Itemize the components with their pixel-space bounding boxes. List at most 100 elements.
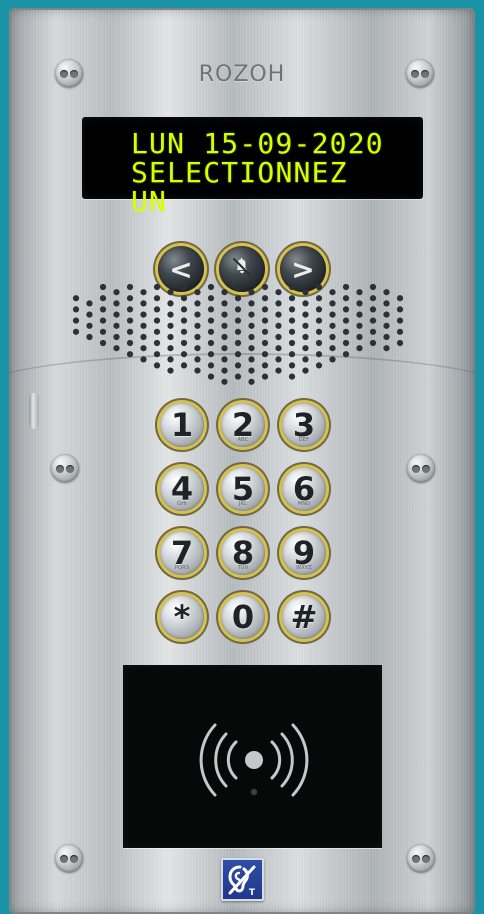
grille-hole <box>221 333 228 341</box>
keypad-key-7[interactable]: 7 PQRS <box>160 531 204 575</box>
keypad-key-9[interactable]: 9 WXYZ <box>282 531 326 575</box>
grille-hole <box>288 283 296 291</box>
grille-hole <box>113 289 120 296</box>
hearing-assist-icon: T <box>228 865 256 898</box>
grille-hole <box>153 339 161 347</box>
grille-hole <box>126 283 134 291</box>
keypad-key-letters: GHI <box>177 501 187 507</box>
grille-hole <box>167 367 174 374</box>
keypad-key-0[interactable]: 0 <box>221 595 265 639</box>
grille-hole <box>288 306 296 313</box>
grille-hole <box>140 356 147 363</box>
grille-hole <box>261 339 269 347</box>
keypad-key-5[interactable]: 5 JKL <box>221 467 265 511</box>
grille-hole <box>140 345 147 352</box>
grille-hole <box>180 295 188 302</box>
grille-hole <box>275 322 282 329</box>
keypad-key-1[interactable]: 1 <box>160 403 204 447</box>
mid-right-screw <box>407 454 435 482</box>
keypad-key-3[interactable]: 3 DEF <box>282 403 326 447</box>
left-slot <box>29 393 39 429</box>
grille-hole <box>248 333 255 341</box>
grille-hole <box>234 295 242 302</box>
grille-hole <box>315 328 323 335</box>
grille-hole <box>194 289 201 296</box>
grille-hole <box>99 328 107 335</box>
grille-hole <box>221 300 228 307</box>
grille-hole <box>302 356 309 363</box>
grille-hole <box>369 339 377 347</box>
grille-hole <box>261 306 269 313</box>
grille-hole <box>221 378 228 385</box>
grille-hole <box>194 311 201 318</box>
grille-hole <box>180 339 188 347</box>
keypad-key-value: # <box>290 597 318 636</box>
grille-hole <box>234 362 242 369</box>
grille-hole <box>261 351 269 358</box>
grille-hole <box>180 362 188 369</box>
grille-hole <box>113 333 120 341</box>
grille-hole <box>342 283 350 291</box>
grille-hole <box>72 317 80 324</box>
grille-hole <box>261 283 269 291</box>
grille-hole <box>167 311 174 318</box>
grille-hole <box>248 345 255 352</box>
keypad-key-value: 2 <box>231 405 255 444</box>
grille-hole <box>288 339 296 347</box>
grille-hole <box>383 300 390 307</box>
keypad-key-letters: MNO <box>297 501 311 507</box>
grille-hole <box>356 333 363 341</box>
hearing-assist-badge-text: T <box>249 888 256 898</box>
grille-hole <box>288 362 296 369</box>
keypad-key-8[interactable]: 8 TUV <box>221 531 265 575</box>
speaker-grille <box>72 283 404 385</box>
grille-hole <box>180 283 188 291</box>
grille-hole <box>356 289 363 296</box>
keypad-key-value: 0 <box>231 597 255 636</box>
grille-hole <box>396 295 404 302</box>
keypad-key-value: 3 <box>292 405 316 444</box>
grille-hole <box>275 333 282 341</box>
grille-hole <box>180 351 188 358</box>
grille-hole <box>86 322 93 329</box>
grille-hole <box>207 351 215 358</box>
grille-hole <box>329 345 336 352</box>
grille-hole <box>302 367 309 374</box>
intercom-panel: ROZOH LUN 15-09-2020 SELECTIONNEZ UN < >… <box>9 8 475 914</box>
keypad-key-star[interactable]: * <box>160 595 204 639</box>
keypad-key-value: 1 <box>170 405 194 444</box>
keypad-key-value: 8 <box>231 533 255 572</box>
grille-hole <box>261 295 269 302</box>
grille-hole <box>288 295 296 302</box>
keypad-key-4[interactable]: 4 GHI <box>160 467 204 511</box>
grille-hole <box>302 300 309 307</box>
grille-hole <box>288 328 296 335</box>
keypad-key-hash[interactable]: # <box>282 595 326 639</box>
keypad-key-2[interactable]: 2 ABC <box>221 403 265 447</box>
grille-hole <box>180 306 188 313</box>
grille-hole <box>126 328 134 335</box>
keypad-key-6[interactable]: 6 MNO <box>282 467 326 511</box>
grille-hole <box>167 289 174 296</box>
grille-hole <box>356 322 363 329</box>
keypad-key-value: 9 <box>292 533 316 572</box>
grille-hole <box>342 295 350 302</box>
grille-hole <box>221 289 228 296</box>
lcd-display: LUN 15-09-2020 SELECTIONNEZ UN <box>82 117 423 216</box>
display-line-2: SELECTIONNEZ UN <box>131 156 348 218</box>
grille-hole <box>153 362 161 369</box>
grille-hole <box>113 345 120 352</box>
grille-hole <box>396 317 404 324</box>
grille-hole <box>275 300 282 307</box>
grille-hole <box>234 373 242 380</box>
grille-hole <box>86 311 93 318</box>
grille-hole <box>383 322 390 329</box>
grille-hole <box>221 345 228 352</box>
grille-hole <box>207 373 215 380</box>
card-reader[interactable] <box>123 665 382 848</box>
grille-hole <box>302 345 309 352</box>
grille-hole <box>153 317 161 324</box>
grille-hole <box>315 317 323 324</box>
grille-hole <box>126 317 134 324</box>
grille-hole <box>167 345 174 352</box>
